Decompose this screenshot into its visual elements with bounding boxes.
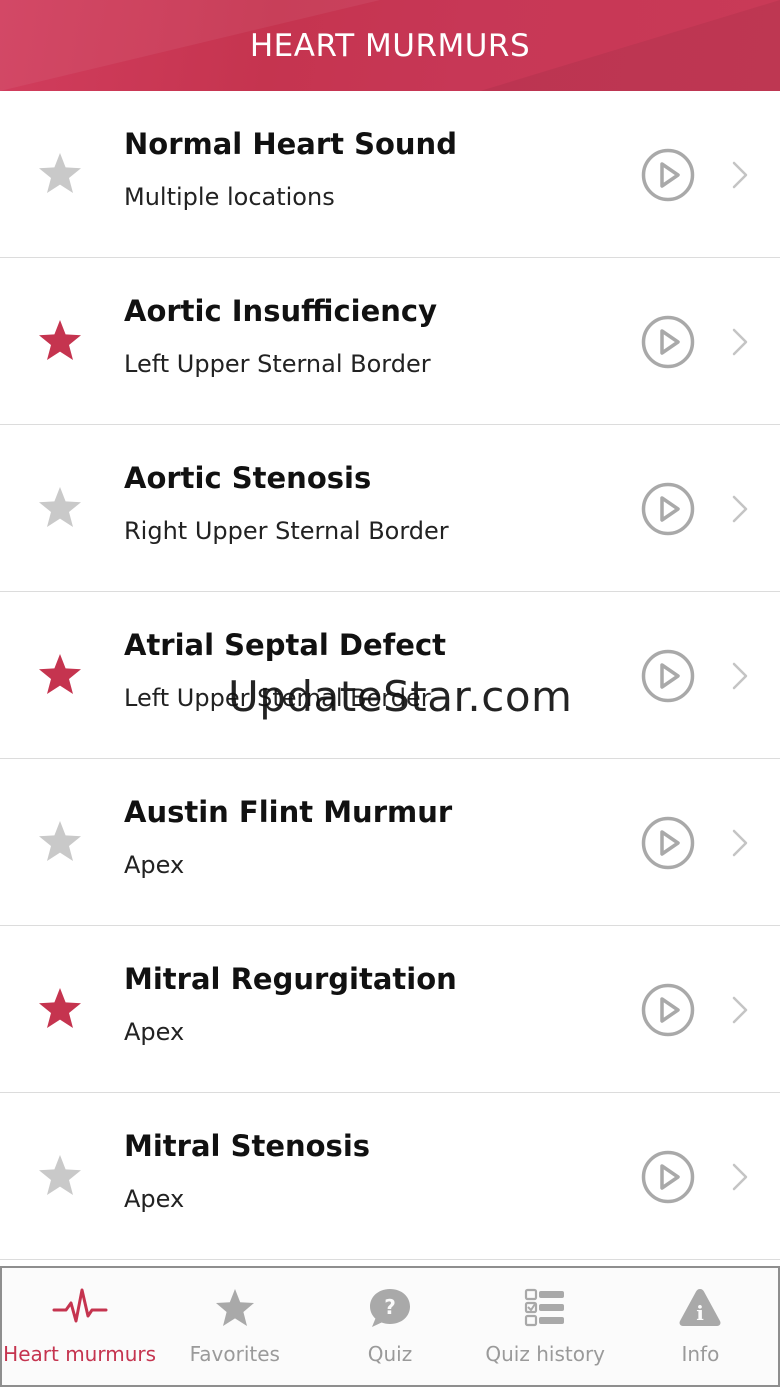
star-icon <box>213 1286 257 1330</box>
play-icon[interactable] <box>640 815 696 871</box>
murmur-name: Atrial Septal Defect <box>124 628 447 662</box>
tab-favorites[interactable]: Favorites <box>157 1268 312 1385</box>
play-icon[interactable] <box>640 147 696 203</box>
star-filled-icon[interactable] <box>37 652 83 698</box>
star-filled-icon[interactable] <box>37 986 83 1032</box>
murmur-name: Mitral Regurgitation <box>124 962 457 996</box>
murmur-name: Normal Heart Sound <box>124 127 457 161</box>
murmur-row[interactable]: Mitral Stenosis Apex <box>0 1093 780 1260</box>
svg-text:?: ? <box>384 1295 396 1319</box>
murmur-row[interactable]: Aortic Insufficiency Left Upper Sternal B… <box>0 258 780 425</box>
chevron-right-icon <box>730 160 750 190</box>
play-icon[interactable] <box>640 481 696 537</box>
page-title: HEART MURMURS <box>249 28 531 64</box>
play-icon[interactable] <box>640 314 696 370</box>
tab-label: Info <box>681 1342 720 1366</box>
chevron-right-icon <box>730 661 750 691</box>
play-icon[interactable] <box>640 1149 696 1205</box>
murmur-row[interactable]: Normal Heart Sound Multiple locations <box>0 91 780 258</box>
star-filled-icon[interactable] <box>37 318 83 364</box>
tab-label: Quiz <box>367 1342 413 1366</box>
murmur-location: Left Upper Sternal Border <box>124 350 431 378</box>
question-bubble-icon: ? <box>368 1286 412 1330</box>
murmur-location: Apex <box>124 851 185 879</box>
murmur-name: Austin Flint Murmur <box>124 795 453 829</box>
murmur-name: Mitral Stenosis <box>124 1129 371 1163</box>
chevron-right-icon <box>730 327 750 357</box>
checklist-icon <box>523 1286 567 1330</box>
heartbeat-icon <box>52 1286 108 1330</box>
tab-quiz[interactable]: ? Quiz <box>312 1268 467 1385</box>
tab-label: Quiz history <box>485 1342 606 1366</box>
tab-label: Favorites <box>189 1342 280 1366</box>
tab-heart-murmurs[interactable]: Heart murmurs <box>2 1268 157 1385</box>
tab-bar: Heart murmurs Favorites? Quiz Quiz history i… <box>0 1266 780 1387</box>
app-header: HEART MURMURS <box>0 0 780 91</box>
star-icon[interactable] <box>37 1153 83 1199</box>
murmur-location: Multiple locations <box>124 183 335 211</box>
tab-label: Heart murmurs <box>3 1342 157 1366</box>
svg-text:i: i <box>697 1301 705 1325</box>
murmur-location: Apex <box>124 1018 185 1046</box>
murmur-name: Aortic Stenosis <box>124 461 372 495</box>
murmur-location: Apex <box>124 1185 185 1213</box>
chevron-right-icon <box>730 828 750 858</box>
play-icon[interactable] <box>640 982 696 1038</box>
watermark: UpdateStar.com <box>228 672 573 721</box>
chevron-right-icon <box>730 494 750 524</box>
chevron-right-icon <box>730 995 750 1025</box>
star-icon[interactable] <box>37 485 83 531</box>
tab-quiz-history[interactable]: Quiz history <box>468 1268 623 1385</box>
murmur-row[interactable]: Austin Flint Murmur Apex <box>0 759 780 926</box>
murmur-row[interactable]: Aortic Stenosis Right Upper Sternal Borde… <box>0 425 780 592</box>
info-triangle-icon: i <box>678 1286 722 1330</box>
murmur-row[interactable]: Mitral Regurgitation Apex <box>0 926 780 1093</box>
star-icon[interactable] <box>37 151 83 197</box>
chevron-right-icon <box>730 1162 750 1192</box>
murmur-name: Aortic Insufficiency <box>124 294 437 328</box>
star-icon[interactable] <box>37 819 83 865</box>
murmur-location: Right Upper Sternal Border <box>124 517 449 545</box>
tab-info[interactable]: i Info <box>623 1268 778 1385</box>
play-icon[interactable] <box>640 648 696 704</box>
